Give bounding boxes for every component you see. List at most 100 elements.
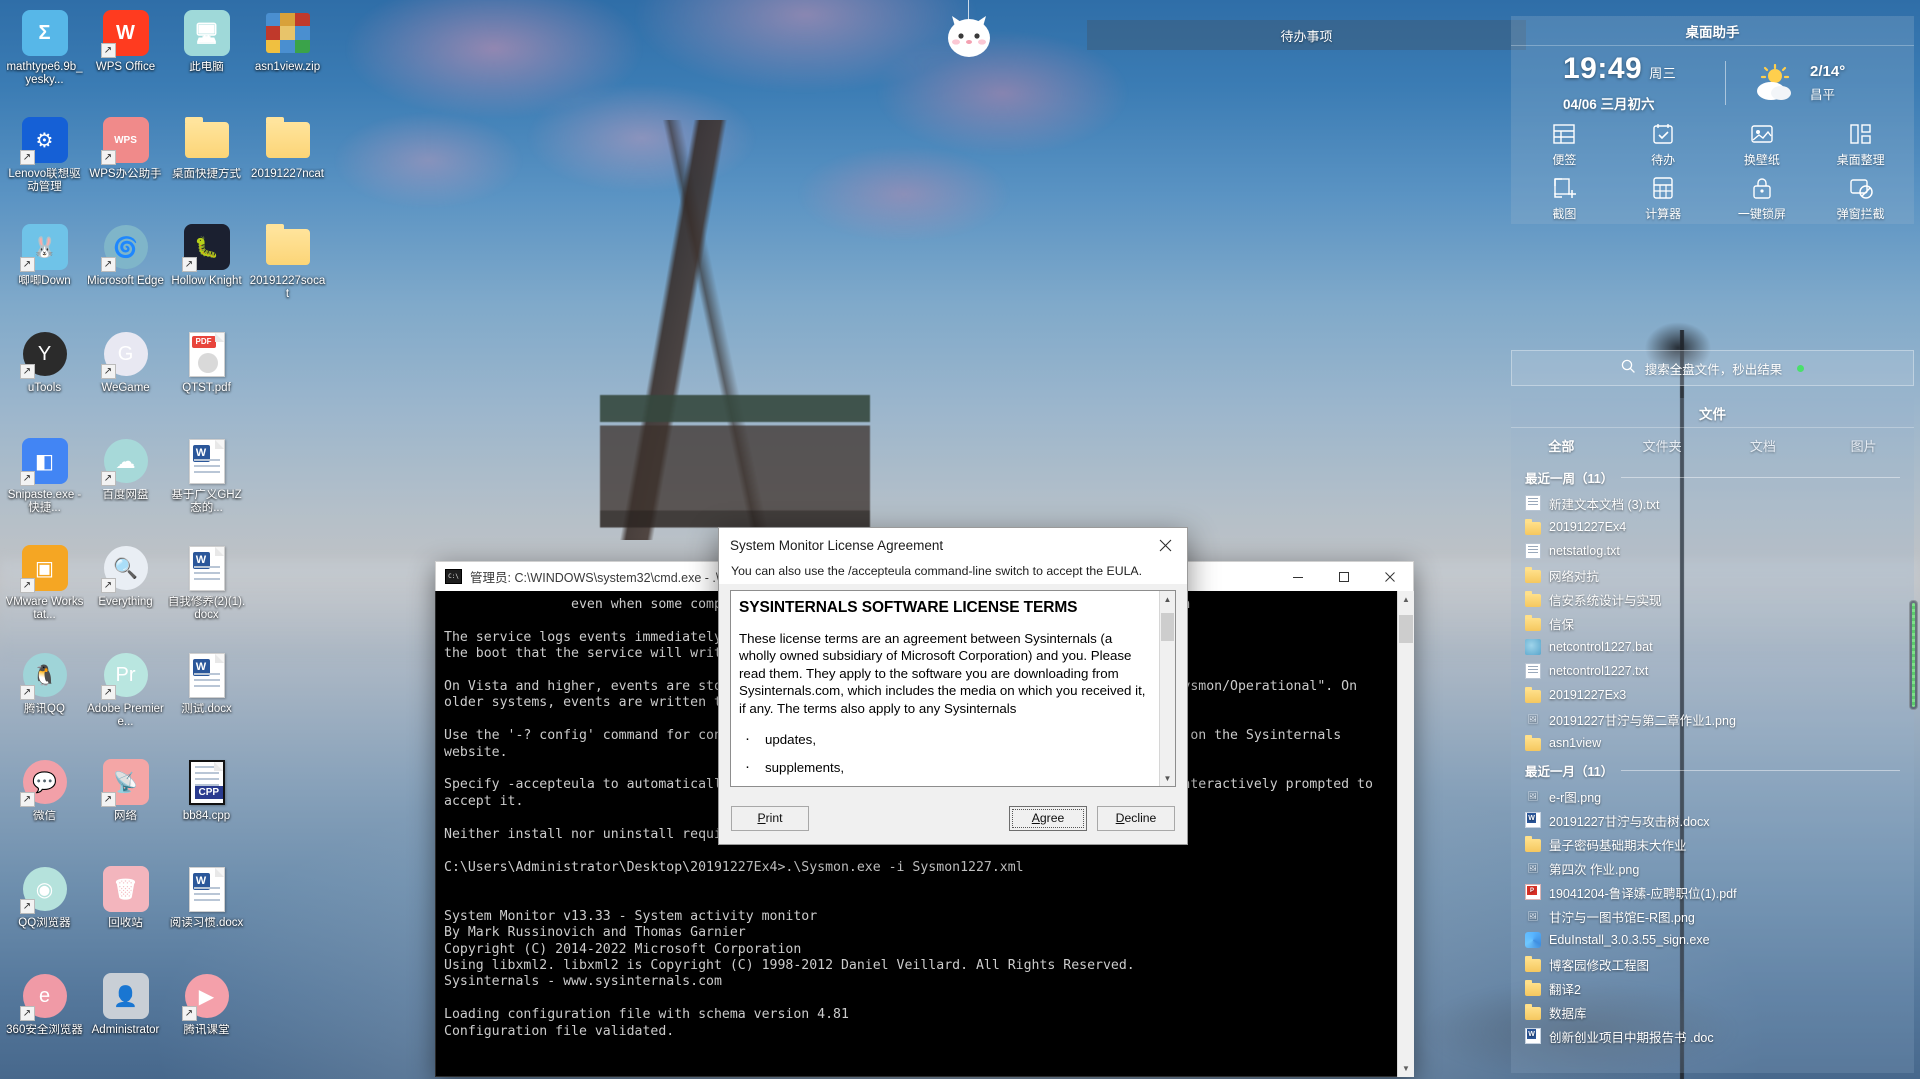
desktop-icon[interactable]: W 自我修养(2)(1).docx xyxy=(166,539,247,646)
file-list-item[interactable]: netcontrol1227.bat xyxy=(1511,635,1914,659)
desktop-icon[interactable]: ⚙ ↗ Lenovo联想驱动管理 xyxy=(4,111,85,218)
desktop-icon[interactable]: 👤 Administrator xyxy=(85,967,166,1074)
license-bullet-item: supplements, xyxy=(745,758,1149,777)
file-list-item[interactable]: 创新创业项目中期报告书 .doc xyxy=(1511,1024,1914,1048)
cat-mascot-icon[interactable] xyxy=(940,0,998,62)
license-text-scroll-area[interactable]: SYSINTERNALS SOFTWARE LICENSE TERMS Thes… xyxy=(730,590,1176,787)
desktop-icon[interactable]: W 阅读习惯.docx xyxy=(166,860,247,967)
file-list-item[interactable]: 翻译2 xyxy=(1511,976,1914,1000)
desktop-icon[interactable]: Pr ↗ Adobe Premiere... xyxy=(85,646,166,753)
desktop-icon[interactable]: 桌面快捷方式 xyxy=(166,111,247,218)
desktop-icon[interactable]: 🖥 此电脑 xyxy=(166,4,247,111)
chevron-up-icon[interactable]: ▲ xyxy=(1398,591,1414,608)
desktop-icon[interactable]: Y ↗ uTools xyxy=(4,325,85,432)
desktop-icon[interactable]: 📡 ↗ 网络 xyxy=(85,753,166,860)
cmd-close-button[interactable] xyxy=(1367,562,1413,592)
desktop-icon-label: mathtype6.9b_yesky... xyxy=(6,61,83,86)
file-list-item[interactable]: 🖼 第四次 作业.png xyxy=(1511,856,1914,880)
print-button[interactable]: Print xyxy=(731,805,809,831)
desktop-icon[interactable]: ◧ ↗ Snipaste.exe - 快捷... xyxy=(4,432,85,539)
file-list-item[interactable]: 新建文本文档 (3).txt xyxy=(1511,491,1914,515)
desktop-icon[interactable]: 🌀 ↗ Microsoft Edge xyxy=(85,218,166,325)
desktop-icon[interactable]: CPP bb84.cpp xyxy=(166,753,247,860)
assistant-tool-label: 截图 xyxy=(1552,207,1577,221)
assistant-tool-待办[interactable]: 待办 xyxy=(1614,122,1713,168)
weather-block[interactable]: 2/14° 昌平 xyxy=(1726,63,1845,103)
assistant-tool-换壁纸[interactable]: 换壁纸 xyxy=(1713,122,1812,168)
close-icon[interactable] xyxy=(1143,529,1187,561)
desktop-icon-label: 测试.docx xyxy=(181,703,232,715)
desktop-icon-glyph: PDF xyxy=(183,330,231,378)
desktop-icon-glyph: WPS ↗ xyxy=(100,116,150,165)
file-list-item[interactable]: 信安系统设计与实现 xyxy=(1511,587,1914,611)
desktop-icon[interactable]: WPS ↗ WPS办公助手 xyxy=(85,111,166,218)
file-list-item[interactable]: netcontrol1227.txt xyxy=(1511,659,1914,683)
files-tab-文档[interactable]: 文档 xyxy=(1713,428,1814,462)
assistant-tool-截图[interactable]: 截图 xyxy=(1515,176,1614,222)
cmd-maximize-button[interactable] xyxy=(1321,562,1367,592)
desktop-icon[interactable]: e ↗ 360安全浏览器 xyxy=(4,967,85,1074)
desktop-icon[interactable]: ☁ ↗ 百度网盘 xyxy=(85,432,166,539)
todo-widget[interactable]: 待办事项 xyxy=(1087,20,1526,50)
desktop-icon[interactable]: ▶ ↗ 腾讯课堂 xyxy=(166,967,247,1074)
desktop-icon[interactable]: W 基于广义GHZ态的... xyxy=(166,432,247,539)
desktop-icon[interactable]: 🔍 ↗ Everything xyxy=(85,539,166,646)
desktop-icon[interactable]: 🗑 回收站 xyxy=(85,860,166,967)
decline-button[interactable]: Decline xyxy=(1097,805,1175,831)
cmd-scrollbar[interactable]: ▲ ▼ xyxy=(1397,591,1414,1077)
desktop-icon[interactable]: G ↗ WeGame xyxy=(85,325,166,432)
file-list-item[interactable]: 网络对抗 xyxy=(1511,563,1914,587)
assistant-tool-弹窗拦截[interactable]: 弹窗拦截 xyxy=(1811,176,1910,222)
file-list-item[interactable]: asn1view xyxy=(1511,731,1914,755)
desktop-icon[interactable]: PDF QTST.pdf xyxy=(166,325,247,432)
file-list-item[interactable]: 博客园修改工程图 xyxy=(1511,952,1914,976)
assistant-tool-计算器[interactable]: 计算器 xyxy=(1614,176,1713,222)
todo-widget-title: 待办事项 xyxy=(1280,28,1333,44)
files-tab-全部[interactable]: 全部 xyxy=(1511,428,1612,462)
file-list-item[interactable]: 19041204-鲁译嫊-应聘职位(1).pdf xyxy=(1511,880,1914,904)
file-list-item[interactable]: EduInstall_3.0.3.55_sign.exe xyxy=(1511,928,1914,952)
file-list-item[interactable]: 信保 xyxy=(1511,611,1914,635)
sidebar-scrollbar[interactable] xyxy=(1909,600,1918,710)
desktop-icon[interactable]: 20191227socat xyxy=(247,218,328,325)
assistant-tool-桌面整理[interactable]: 桌面整理 xyxy=(1811,122,1910,168)
desktop-icon[interactable]: 🐧 ↗ 腾讯QQ xyxy=(4,646,85,753)
files-tab-文件夹[interactable]: 文件夹 xyxy=(1612,428,1713,462)
file-list-item[interactable]: 20191227Ex3 xyxy=(1511,683,1914,707)
desktop-icon[interactable]: ◉ ↗ QQ浏览器 xyxy=(4,860,85,967)
sidebar-scrollbar-thumb[interactable] xyxy=(1912,603,1915,707)
desktop-icon[interactable]: 🐰 ↗ 唧唧Down xyxy=(4,218,85,325)
desktop-icon[interactable]: W ↗ WPS Office xyxy=(85,4,166,111)
chevron-down-icon[interactable]: ▼ xyxy=(1160,770,1175,786)
desktop-icon[interactable]: 20191227ncat xyxy=(247,111,328,218)
chevron-down-icon[interactable]: ▼ xyxy=(1398,1060,1414,1077)
desktop-icon[interactable]: Σmathtype6.9b_yesky... xyxy=(4,4,85,111)
cmd-scrollbar-thumb[interactable] xyxy=(1399,615,1413,643)
assistant-tool-便签[interactable]: 便签 xyxy=(1515,122,1614,168)
files-tab-图片[interactable]: 图片 xyxy=(1813,428,1914,462)
file-list-item[interactable]: 🖼 20191227甘泞与第二章作业1.png xyxy=(1511,707,1914,731)
file-list-item[interactable]: 量子密码基础期末大作业 xyxy=(1511,832,1914,856)
file-list-item-name: netcontrol1227.txt xyxy=(1549,664,1649,678)
license-scrollbar[interactable]: ▲ ▼ xyxy=(1159,591,1175,786)
desktop-icon[interactable]: W 测试.docx xyxy=(166,646,247,753)
file-list-item[interactable]: netstatlog.txt xyxy=(1511,539,1914,563)
file-list-item[interactable]: 数据库 xyxy=(1511,1000,1914,1024)
cmd-minimize-button[interactable] xyxy=(1275,562,1321,592)
desktop-icon[interactable]: 💬 ↗ 微信 xyxy=(4,753,85,860)
desktop-icon[interactable]: ▣ ↗ VMware Workstat... xyxy=(4,539,85,646)
desktop-icon-label: 20191227ncat xyxy=(251,168,324,180)
chevron-up-icon[interactable]: ▲ xyxy=(1160,591,1175,607)
desktop-icon[interactable]: asn1view.zip xyxy=(247,4,328,111)
file-list-item[interactable]: 20191227Ex4 xyxy=(1511,515,1914,539)
file-list-item[interactable]: 20191227甘泞与攻击树.docx xyxy=(1511,808,1914,832)
agree-button[interactable]: Agree xyxy=(1009,805,1087,831)
license-scrollbar-thumb[interactable] xyxy=(1161,613,1174,641)
shortcut-arrow-icon: ↗ xyxy=(19,578,35,593)
file-list-item[interactable]: 🖼 甘泞与一图书馆E-R图.png xyxy=(1511,904,1914,928)
assistant-tool-一键锁屏[interactable]: 一键锁屏 xyxy=(1713,176,1812,222)
desktop-icon[interactable]: 🐛 ↗ Hollow Knight xyxy=(166,218,247,325)
file-list-item[interactable]: 🖼 e-r图.png xyxy=(1511,784,1914,808)
license-agreement-dialog[interactable]: System Monitor License Agreement You can… xyxy=(718,527,1188,845)
search-input[interactable]: 搜索全盘文件，秒出结果 xyxy=(1511,350,1914,386)
